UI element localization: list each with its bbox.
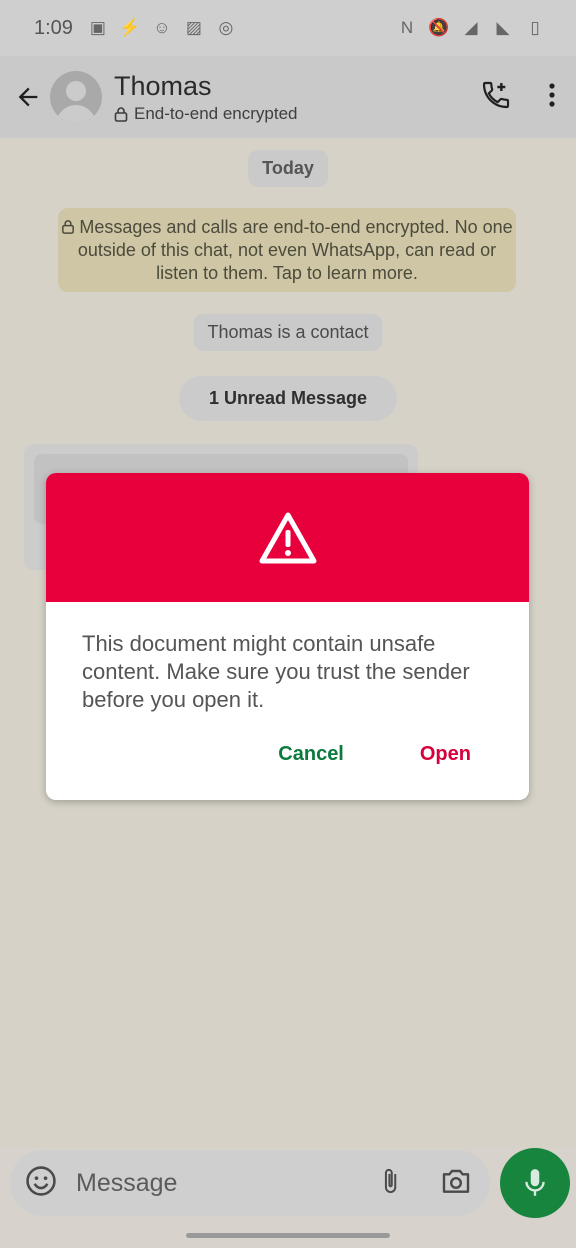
mic-button[interactable] xyxy=(500,1148,570,1218)
attach-icon[interactable] xyxy=(376,1164,404,1203)
chat-header: Thomas End-to-end encrypted xyxy=(0,56,576,138)
accessibility-icon: ☺ xyxy=(153,18,171,37)
contact-name: Thomas xyxy=(114,70,212,101)
dialog-buttons: Cancel Open xyxy=(278,743,471,766)
wifi-icon: ◢ xyxy=(464,18,478,37)
gesture-handle xyxy=(186,1233,390,1238)
signal-icon: ◣ xyxy=(496,18,510,37)
back-arrow-icon[interactable] xyxy=(8,77,48,117)
flash-icon: ⚡ xyxy=(119,18,141,37)
image-icon: ▨ xyxy=(185,18,202,37)
status-right-icons: N 🔕 ◢ ◣ ▯ xyxy=(396,17,546,39)
dialog-message: This document might contain unsafe conte… xyxy=(82,631,470,712)
battery-icon: ▯ xyxy=(530,18,540,37)
subtitle-text: End-to-end encrypted xyxy=(134,103,298,123)
open-button[interactable]: Open xyxy=(420,743,471,766)
more-vert-icon[interactable] xyxy=(548,82,556,113)
nfc-icon: N xyxy=(400,18,414,37)
sync-icon: ◎ xyxy=(218,18,234,37)
cancel-button[interactable]: Cancel xyxy=(278,743,344,766)
avatar-icon[interactable] xyxy=(50,71,102,123)
contact-notice: Thomas is a contact xyxy=(193,314,383,351)
encryption-notice-text: Messages and calls are end-to-end encryp… xyxy=(77,217,513,283)
screen-icon: ▣ xyxy=(89,18,106,37)
notice-lock-icon xyxy=(62,220,75,234)
message-input[interactable]: Message xyxy=(76,1169,177,1198)
encryption-notice[interactable]: Messages and calls are end-to-end encryp… xyxy=(58,208,516,292)
status-bar: 1:09 ▣ ⚡ ☺ ▨ ◎ N 🔕 ◢ ◣ ▯ xyxy=(0,0,576,56)
mute-icon: 🔕 xyxy=(428,18,450,37)
emoji-icon[interactable] xyxy=(24,1164,58,1203)
lock-icon xyxy=(114,106,128,122)
add-call-icon[interactable] xyxy=(480,79,512,116)
message-composer: Message xyxy=(10,1150,490,1216)
date-chip: Today xyxy=(248,150,328,187)
status-time: 1:09 xyxy=(34,16,73,39)
composer-actions xyxy=(376,1164,472,1203)
dialog-header xyxy=(46,473,529,602)
unsafe-document-dialog: This document might contain unsafe conte… xyxy=(46,473,529,800)
warning-icon xyxy=(259,512,316,563)
contact-info[interactable]: Thomas End-to-end encrypted xyxy=(114,71,298,124)
camera-icon[interactable] xyxy=(440,1166,472,1201)
mic-icon xyxy=(525,1169,545,1196)
header-actions xyxy=(480,79,556,116)
encryption-subtitle: End-to-end encrypted xyxy=(114,104,298,124)
status-left-icons: ▣ ⚡ ☺ ▨ ◎ xyxy=(87,17,237,39)
unread-badge: 1 Unread Message xyxy=(178,376,398,421)
